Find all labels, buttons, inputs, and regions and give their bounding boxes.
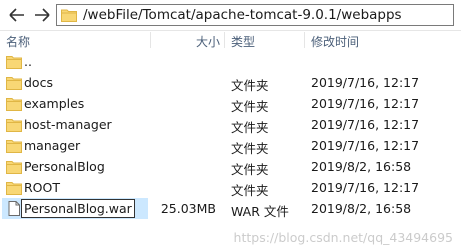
folder-icon [6,56,22,69]
name-cell: examples [2,93,148,114]
address-bar[interactable]: /webFile/Tomcat/apache-tomcat-9.0.1/weba… [56,4,454,26]
column-modified-header[interactable]: 修改时间 [311,33,359,50]
file-name-rename-field[interactable]: PersonalBlog.war [21,199,135,218]
list-item[interactable]: host-manager 文件夹 2019/7/16, 12:17 [0,114,461,135]
folder-icon [6,119,22,132]
list-item[interactable]: docs 文件夹 2019/7/16, 12:17 [0,72,461,93]
file-modified: 2019/7/16, 12:17 [311,180,420,195]
file-modified: 2019/8/2, 16:58 [311,201,412,216]
list-item[interactable]: manager 文件夹 2019/7/16, 12:17 [0,135,461,156]
file-name: examples [24,96,85,111]
file-name: host-manager [24,117,112,132]
file-name: PersonalBlog [24,159,105,174]
file-type: 文件夹 [231,162,269,177]
file-type: WAR 文件 [231,204,289,219]
file-type: 文件夹 [231,183,269,198]
file-name: ROOT [24,180,60,195]
column-size-header[interactable]: 大小 [196,33,220,50]
folder-icon [6,161,22,174]
file-modified: 2019/7/16, 12:17 [311,117,420,132]
column-divider[interactable] [150,32,151,48]
column-header: 名称 大小 类型 修改时间 [0,30,461,50]
file-icon [8,201,20,216]
name-cell: .. [2,51,148,72]
navigation-toolbar: /webFile/Tomcat/apache-tomcat-9.0.1/weba… [0,0,461,31]
folder-icon [61,9,77,22]
file-name: docs [24,75,53,90]
file-type: 文件夹 [231,78,269,93]
list-item-selected[interactable]: PersonalBlog.war 25.03MB WAR 文件 2019/8/2… [0,198,461,219]
column-divider[interactable] [224,32,225,48]
name-cell: PersonalBlog.war [2,198,148,219]
file-modified: 2019/7/16, 12:17 [311,75,420,90]
name-cell: PersonalBlog [2,156,148,177]
column-name-header[interactable]: 名称 [6,33,30,50]
file-modified: 2019/7/16, 12:17 [311,138,420,153]
name-cell: host-manager [2,114,148,135]
arrow-left-icon [9,8,24,22]
list-item[interactable]: .. [0,51,461,72]
list-item[interactable]: examples 文件夹 2019/7/16, 12:17 [0,93,461,114]
file-list: .. docs 文件夹 2019/7/16, 12:17 examples 文件… [0,51,461,219]
file-modified: 2019/7/16, 12:17 [311,96,420,111]
file-modified: 2019/8/2, 16:58 [311,159,412,174]
file-name: .. [24,54,32,69]
name-cell: ROOT [2,177,148,198]
watermark: https://blog.csdn.net/qq_43494695 [233,230,453,245]
file-type: 文件夹 [231,120,269,135]
folder-icon [6,182,22,195]
file-type: 文件夹 [231,141,269,156]
column-type-header[interactable]: 类型 [231,33,255,50]
name-cell: manager [2,135,148,156]
file-size: 25.03MB [160,201,216,216]
column-divider[interactable] [304,32,305,48]
folder-icon [6,77,22,90]
address-path: /webFile/Tomcat/apache-tomcat-9.0.1/weba… [83,7,402,23]
back-button[interactable] [6,4,28,26]
name-cell: docs [2,72,148,93]
file-type: 文件夹 [231,99,269,114]
list-item[interactable]: PersonalBlog 文件夹 2019/8/2, 16:58 [0,156,461,177]
file-name: manager [24,138,81,153]
folder-icon [6,98,22,111]
forward-button[interactable] [31,4,53,26]
list-item[interactable]: ROOT 文件夹 2019/7/16, 12:17 [0,177,461,198]
file-browser-window: /webFile/Tomcat/apache-tomcat-9.0.1/weba… [0,0,461,251]
arrow-right-icon [35,8,50,22]
folder-icon [6,140,22,153]
